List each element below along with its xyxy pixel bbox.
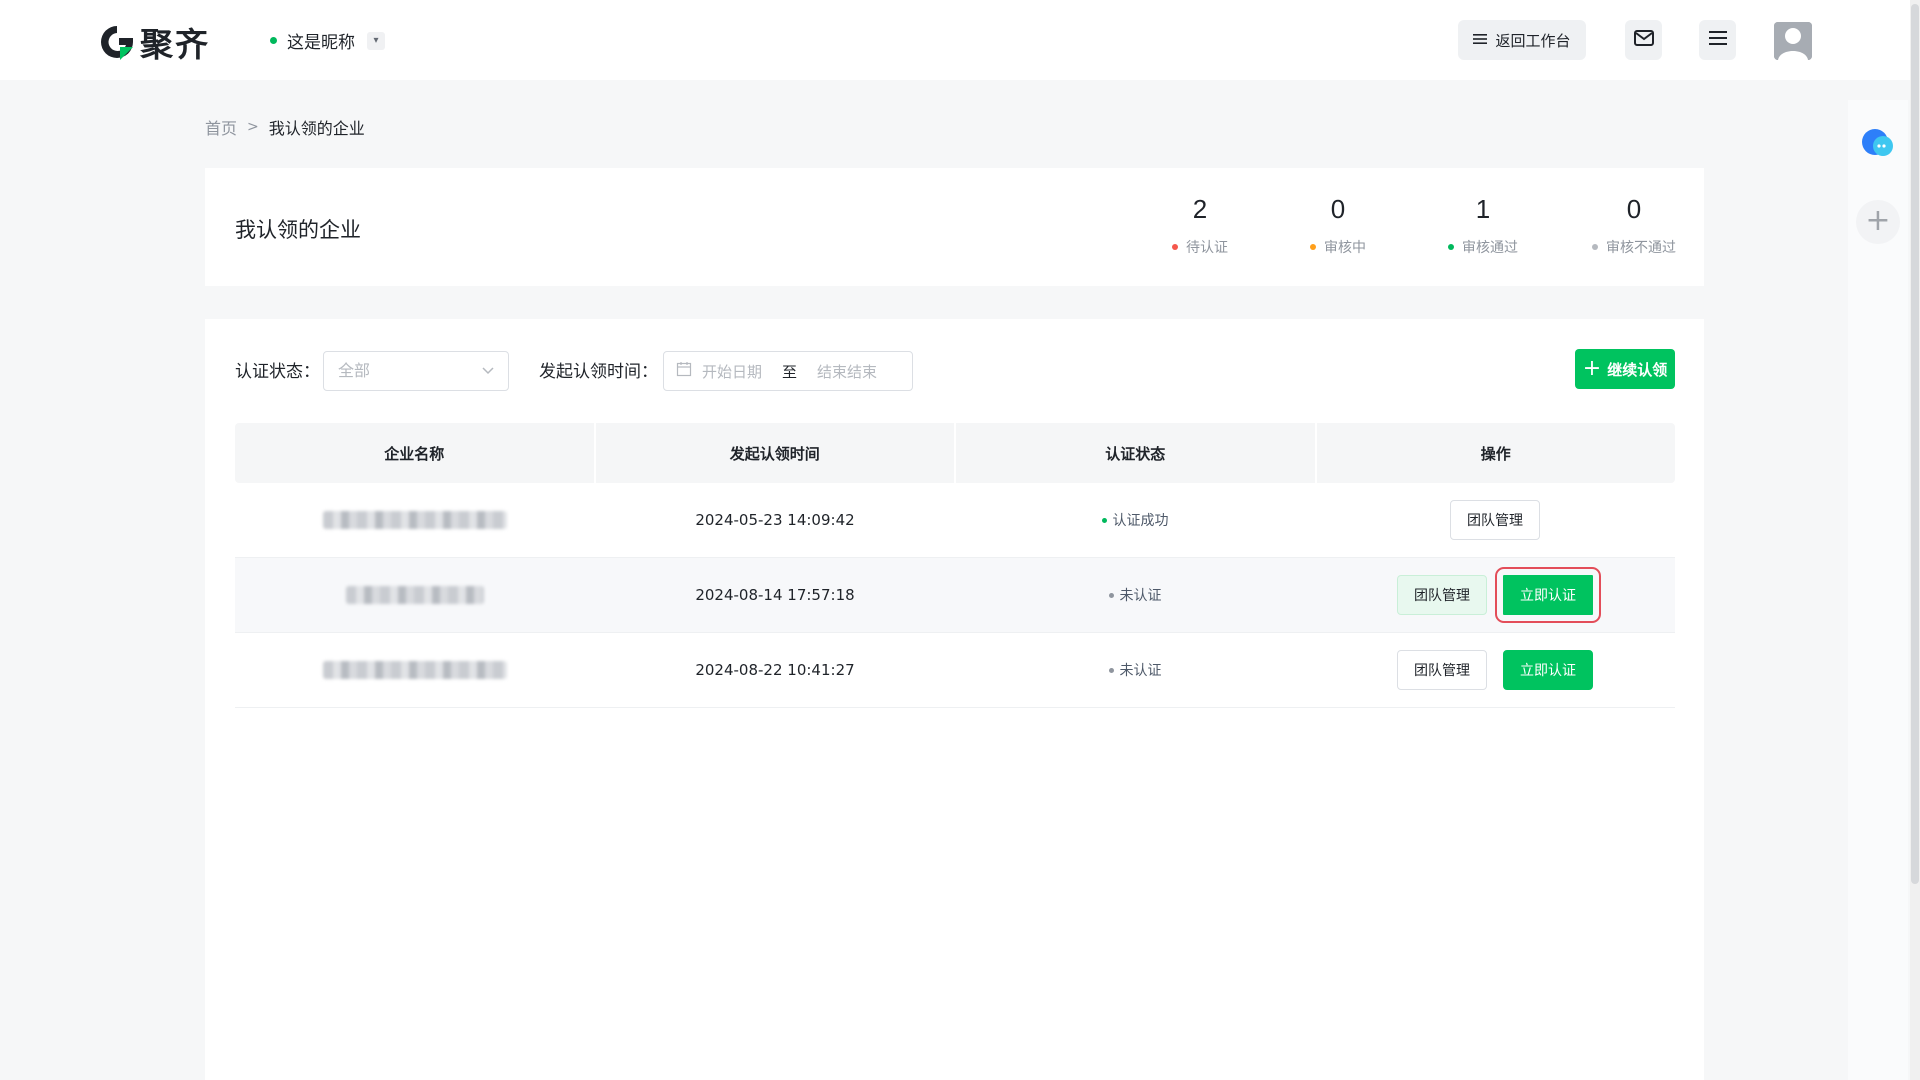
logo[interactable]: 聚齐 (98, 18, 210, 66)
date-range-picker[interactable]: 开始日期 至 结束结束 (663, 351, 913, 391)
chat-bubble-icon[interactable] (1860, 126, 1896, 162)
start-date-input[interactable]: 开始日期 (702, 361, 762, 382)
continue-claim-button[interactable]: + 继续认领 (1575, 349, 1675, 389)
stat-pending[interactable]: 2 待认证 (1150, 194, 1250, 257)
nickname-switcher[interactable]: 这是昵称 ▾ (270, 28, 385, 53)
table-header: 企业名称 发起认领时间 认证状态 操作 (235, 423, 1675, 483)
table-row: 2024-08-22 10:41:27 未认证 团队管理 立即认证 (235, 633, 1675, 708)
column-header: 企业名称 (235, 423, 596, 483)
column-header: 认证状态 (956, 423, 1317, 483)
claim-time: 2024-08-22 10:41:27 (695, 661, 855, 679)
column-header: 操作 (1480, 444, 1511, 463)
claim-time: 2024-05-23 14:09:42 (695, 511, 855, 529)
status-badge: 认证成功 (1101, 510, 1169, 530)
floating-toolbar: + (1848, 100, 1908, 1080)
status-text: 认证成功 (1112, 513, 1169, 529)
stat-value: 2 (1192, 194, 1208, 224)
caret-down-icon[interactable]: ▾ (367, 31, 385, 50)
breadcrumb: 首页 > 我认领的企业 (205, 115, 365, 139)
blurred-company-name (323, 661, 507, 679)
stat-value: 0 (1626, 194, 1642, 224)
stat-label: 审核中 (1324, 240, 1366, 256)
certify-now-button[interactable]: 立即认证 (1495, 567, 1601, 623)
mail-icon (1633, 30, 1654, 50)
end-date-input[interactable]: 结束结束 (817, 361, 877, 382)
status-text: 未认证 (1119, 663, 1162, 679)
time-filter-label: 发起认领时间： (539, 362, 658, 382)
plus-icon: + (1582, 356, 1602, 381)
status-text: 未认证 (1119, 588, 1162, 604)
status-dot (1108, 592, 1114, 598)
chevron-down-icon (482, 352, 494, 390)
blurred-company-name (346, 586, 484, 604)
claim-time: 2024-08-14 17:57:18 (695, 586, 855, 604)
list-icon (1473, 31, 1488, 49)
stat-approved[interactable]: 1 审核通过 (1423, 194, 1543, 257)
calendar-icon (676, 361, 692, 381)
back-to-workbench-button[interactable]: 返回工作台 (1458, 20, 1586, 60)
top-header: 聚齐 这是昵称 ▾ 返回工作台 (0, 0, 1910, 80)
user-avatar[interactable] (1774, 22, 1812, 60)
stat-reviewing[interactable]: 0 审核中 (1288, 194, 1388, 257)
add-icon[interactable]: + (1856, 200, 1900, 244)
breadcrumb-current: 我认领的企业 (268, 119, 365, 138)
breadcrumb-home[interactable]: 首页 (205, 115, 237, 139)
team-manage-button[interactable]: 团队管理 (1450, 500, 1540, 540)
stat-value: 1 (1475, 194, 1491, 224)
status-badge: 未认证 (1108, 585, 1162, 605)
status-filter-label: 认证状态： (235, 362, 320, 382)
column-header: 发起认领时间 (596, 423, 956, 483)
stat-rejected[interactable]: 0 审核不通过 (1574, 194, 1694, 257)
page-title: 我认领的企业 (235, 218, 361, 242)
status-badge: 未认证 (1108, 660, 1162, 680)
menu-button[interactable] (1699, 20, 1736, 60)
stat-label: 审核通过 (1462, 240, 1518, 256)
enterprise-list-card: 认证状态： 全部 发起认领时间： 开始日期 至 结束结束 + 继续认领 企业名称… (205, 319, 1704, 1080)
status-dot (1172, 244, 1178, 250)
status-dot (1101, 517, 1107, 523)
scrollbar-thumb[interactable] (1911, 4, 1919, 884)
enterprise-table: 企业名称 发起认领时间 认证状态 操作 2024-05-23 14:09:42 … (235, 423, 1675, 708)
table-row: 2024-05-23 14:09:42 认证成功 团队管理 (235, 483, 1675, 558)
stat-label: 待认证 (1186, 240, 1228, 256)
summary-card: 我认领的企业 2 待认证 0 审核中 1 审核通过 0 审核不通过 (205, 168, 1704, 286)
status-select-value: 全部 (338, 361, 371, 380)
hamburger-icon (1708, 31, 1727, 49)
logo-text: 聚齐 (140, 25, 210, 64)
team-manage-button[interactable]: 团队管理 (1397, 575, 1487, 615)
status-dot (1310, 244, 1316, 250)
nickname: 这是昵称 (287, 33, 355, 53)
message-button[interactable] (1625, 20, 1662, 60)
blurred-company-name (323, 511, 507, 529)
stat-value: 0 (1330, 194, 1346, 224)
online-status-dot (270, 37, 277, 44)
page-scrollbar[interactable] (1910, 0, 1920, 1080)
team-manage-button[interactable]: 团队管理 (1397, 650, 1487, 690)
logo-icon (98, 23, 136, 61)
date-range-separator: 至 (782, 362, 798, 381)
continue-claim-label: 继续认领 (1607, 360, 1668, 379)
stat-label: 审核不通过 (1606, 240, 1676, 256)
status-select[interactable]: 全部 (323, 351, 509, 391)
status-dot (1448, 244, 1454, 250)
status-dot (1108, 667, 1114, 673)
certify-now-button[interactable]: 立即认证 (1503, 650, 1593, 690)
breadcrumb-separator: > (247, 119, 259, 135)
back-to-workbench-label: 返回工作台 (1495, 31, 1571, 50)
status-dot (1592, 244, 1598, 250)
table-row: 2024-08-14 17:57:18 未认证 团队管理 立即认证 (235, 558, 1675, 633)
